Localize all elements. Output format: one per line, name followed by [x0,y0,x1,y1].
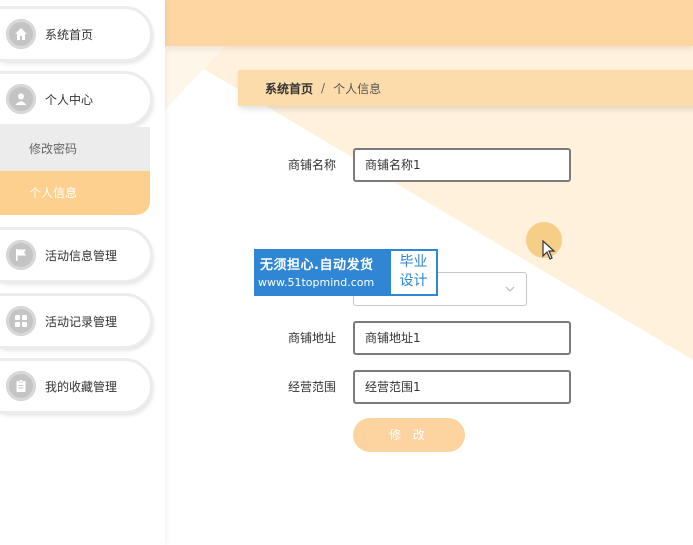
watermark-slogan: 无须担心.自动发货 [260,258,374,273]
sidebar-item-activity-records[interactable]: 活动记录管理 [0,296,150,346]
sidebar-item-label: 系统首页 [45,27,94,42]
home-icon [6,19,36,49]
watermark-text-block: 无须担心.自动发货 www.51topmind.com [254,249,389,296]
sidebar-item-label: 活动记录管理 [45,314,118,329]
shop-address-label: 商铺地址 [287,331,336,345]
watermark-url: www.51topmind.com [258,276,375,289]
sidebar-item-activity-info[interactable]: 活动信息管理 [0,230,150,280]
business-scope-input[interactable]: 经营范围1 [353,370,571,404]
sidebar: 系统首页 个人中心 修改密码 个人信息 活动信息管理 活动记录管理 我的收藏管理 [0,0,165,545]
breadcrumb: 系统首页 / 个人信息 [238,70,693,106]
submenu-item-change-password[interactable]: 修改密码 [0,127,150,171]
mouse-cursor-icon [542,240,556,260]
sidebar-item-label: 活动信息管理 [45,248,118,263]
watermark-badge-line2: 设计 [399,273,428,289]
personal-center-submenu: 修改密码 个人信息 [0,127,150,215]
shop-name-input[interactable]: 商铺名称1 [353,148,571,182]
sidebar-item-home[interactable]: 系统首页 [0,9,150,59]
sidebar-item-my-favorites[interactable]: 我的收藏管理 [0,361,150,411]
breadcrumb-separator: / [321,81,326,95]
business-scope-label: 经营范围 [287,380,336,394]
shop-address-input[interactable]: 商铺地址1 [353,321,571,355]
top-header-bar [165,0,693,46]
grid-icon [6,306,36,336]
clipboard-icon [6,371,36,401]
user-icon [6,84,36,114]
submenu-item-personal-info[interactable]: 个人信息 [0,171,150,215]
chevron-down-icon [505,286,515,292]
shop-name-label: 商铺名称 [287,158,336,172]
sidebar-item-label: 个人中心 [45,92,94,107]
watermark-badge: 毕业 设计 [389,249,438,296]
breadcrumb-current: 个人信息 [333,81,382,96]
modify-button[interactable]: 修 改 [353,418,465,452]
watermark-banner: 无须担心.自动发货 www.51topmind.com 毕业 设计 [254,249,438,296]
flag-icon [6,240,36,270]
sidebar-item-label: 我的收藏管理 [45,379,118,394]
sidebar-item-personal-center[interactable]: 个人中心 [0,74,150,124]
watermark-badge-line1: 毕业 [399,254,428,270]
breadcrumb-home-link[interactable]: 系统首页 [265,80,313,97]
